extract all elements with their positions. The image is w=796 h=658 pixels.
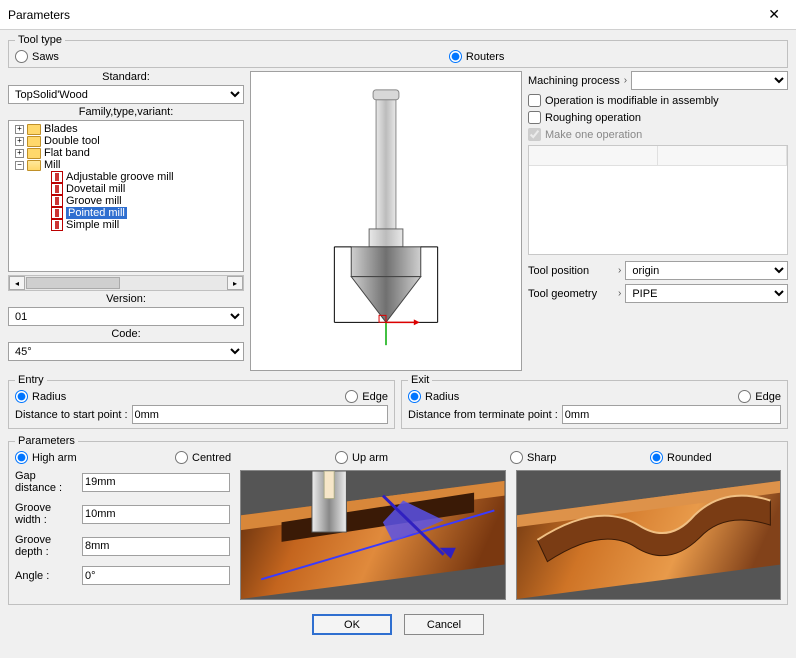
tree-node-dovetail[interactable]: Dovetail mill: [11, 183, 241, 195]
ok-button[interactable]: OK: [312, 614, 392, 635]
entry-edge[interactable]: Edge: [345, 390, 388, 403]
exit-dist-label: Distance from terminate point :: [408, 409, 558, 421]
expand-icon[interactable]: +: [15, 137, 24, 146]
entry-radius[interactable]: Radius: [15, 390, 66, 403]
tree-node-pointed[interactable]: Pointed mill: [11, 207, 241, 219]
radio-rounded[interactable]: Rounded: [650, 451, 712, 464]
cb-makeone: Make one operation: [528, 128, 788, 141]
radio-saws[interactable]: Saws: [15, 50, 59, 63]
chevron-right-icon[interactable]: ›: [624, 75, 627, 86]
cb-modifiable[interactable]: Operation is modifiable in assembly: [528, 94, 788, 107]
radio-centred[interactable]: Centred: [175, 451, 325, 464]
gw-label: Groove width :: [15, 502, 76, 526]
tool-geometry-label: Tool geometry: [528, 288, 614, 300]
close-icon[interactable]: ✕: [760, 2, 788, 27]
tool-icon: [51, 207, 63, 219]
radio-sharp[interactable]: Sharp: [510, 451, 640, 464]
operations-grid[interactable]: [528, 145, 788, 255]
collapse-icon[interactable]: −: [15, 161, 24, 170]
folder-icon: [27, 124, 41, 135]
tool-preview: [250, 71, 522, 371]
entry-dist-label: Distance to start point :: [15, 409, 128, 421]
exit-radius[interactable]: Radius: [408, 390, 459, 403]
scroll-right-icon[interactable]: ▸: [227, 276, 243, 290]
chevron-right-icon[interactable]: ›: [618, 265, 621, 276]
exit-dist-input[interactable]: [562, 405, 781, 424]
tree-node-simple[interactable]: Simple mill: [11, 219, 241, 231]
titlebar: Parameters ✕: [0, 0, 796, 30]
tool-type-legend: Tool type: [15, 34, 65, 46]
tool-type-group: Tool type Saws Routers: [8, 34, 788, 68]
folder-open-icon: [27, 160, 41, 171]
entry-group: Entry Radius Edge Distance to start poin…: [8, 374, 395, 429]
exit-edge[interactable]: Edge: [738, 390, 781, 403]
expand-icon[interactable]: +: [15, 149, 24, 158]
parameters-group: Parameters High arm Centred Up arm Sharp…: [8, 435, 788, 605]
version-label: Version:: [8, 293, 244, 305]
gd-label: Groove depth :: [15, 534, 76, 558]
tree-node-adjgroove[interactable]: Adjustable groove mill: [11, 171, 241, 183]
folder-icon: [27, 136, 41, 147]
window-title: Parameters: [8, 8, 760, 22]
tool-icon: [51, 183, 63, 195]
tool-geometry-select[interactable]: PIPE: [625, 284, 788, 303]
tool-icon: [51, 219, 63, 231]
tree-node-groove[interactable]: Groove mill: [11, 195, 241, 207]
machining-process-label: Machining process: [528, 75, 620, 87]
family-tree[interactable]: + Blades + Double tool + Flat band −: [8, 120, 244, 272]
gw-input[interactable]: [82, 505, 230, 524]
code-label: Code:: [8, 328, 244, 340]
arm-preview-image: [240, 470, 506, 600]
gap-input[interactable]: [82, 473, 230, 492]
cancel-button[interactable]: Cancel: [404, 614, 484, 635]
angle-label: Angle :: [15, 570, 76, 582]
tool-position-label: Tool position: [528, 265, 614, 277]
family-label: Family,type,variant:: [8, 106, 244, 118]
radio-higharm[interactable]: High arm: [15, 451, 165, 464]
standard-label: Standard:: [8, 71, 244, 83]
tool-icon: [51, 171, 63, 183]
machining-process-select[interactable]: [631, 71, 788, 90]
code-select[interactable]: 45°: [8, 342, 244, 361]
version-select[interactable]: 01: [8, 307, 244, 326]
tool-icon: [51, 195, 63, 207]
entry-dist-input[interactable]: [132, 405, 389, 424]
gd-input[interactable]: [82, 537, 230, 556]
tool-position-select[interactable]: origin: [625, 261, 788, 280]
tree-node-blades[interactable]: + Blades: [11, 123, 241, 135]
chevron-right-icon[interactable]: ›: [618, 288, 621, 299]
radio-uparm[interactable]: Up arm: [335, 451, 500, 464]
radio-routers[interactable]: Routers: [449, 50, 505, 63]
tree-node-flatband[interactable]: + Flat band: [11, 147, 241, 159]
tree-node-doubletool[interactable]: + Double tool: [11, 135, 241, 147]
scroll-left-icon[interactable]: ◂: [9, 276, 25, 290]
cb-roughing[interactable]: Roughing operation: [528, 111, 788, 124]
folder-icon: [27, 148, 41, 159]
gap-label: Gap distance :: [15, 470, 76, 494]
rounded-preview-image: [516, 470, 782, 600]
tree-hscroll[interactable]: ◂ ▸: [8, 275, 244, 291]
exit-group: Exit Radius Edge Distance from terminate…: [401, 374, 788, 429]
angle-input[interactable]: [82, 566, 230, 585]
tree-node-mill[interactable]: − Mill: [11, 159, 241, 171]
expand-icon[interactable]: +: [15, 125, 24, 134]
standard-select[interactable]: TopSolid'Wood: [8, 85, 244, 104]
scroll-thumb[interactable]: [26, 277, 120, 289]
